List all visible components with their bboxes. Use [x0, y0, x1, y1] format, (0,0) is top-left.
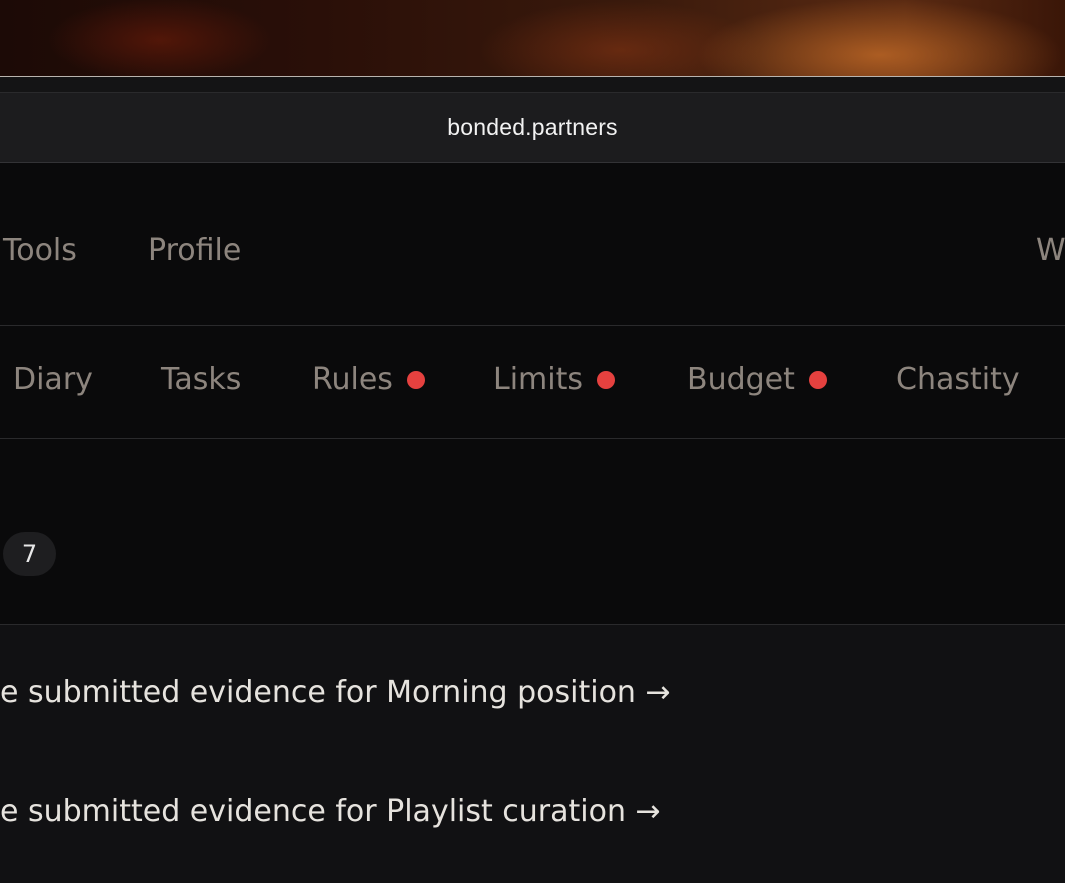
- activity-header: 7: [0, 439, 1065, 625]
- tab-limits[interactable]: Limits: [493, 358, 615, 402]
- address-bar[interactable]: bonded.partners: [0, 93, 1065, 163]
- activity-item[interactable]: e submitted evidence for Playlist curati…: [0, 790, 661, 834]
- nav-item-profile[interactable]: Profile: [148, 229, 241, 273]
- url-text: bonded.partners: [447, 114, 618, 140]
- tab-label: Diary: [13, 362, 93, 397]
- tab-label: Rules: [312, 362, 393, 397]
- tab-diary[interactable]: Diary: [13, 358, 93, 402]
- count-badge: 7: [3, 532, 56, 576]
- notification-dot: [406, 371, 425, 389]
- tab-budget[interactable]: Budget: [687, 358, 827, 402]
- tab-label: Chastity: [896, 362, 1020, 397]
- activity-feed: e submitted evidence for Morning positio…: [0, 625, 1065, 883]
- activity-item[interactable]: e submitted evidence for Morning positio…: [0, 671, 671, 715]
- tab-label: Tasks: [161, 362, 242, 397]
- notification-dot: [808, 371, 827, 389]
- tab-label: Budget: [687, 362, 795, 397]
- notification-dot: [597, 371, 615, 389]
- tab-label: Limits: [493, 362, 583, 397]
- tab-rules[interactable]: Rules: [312, 358, 425, 402]
- tab-chastity[interactable]: Chastity: [896, 358, 1020, 402]
- top-navigation: Tools Profile W: [0, 163, 1065, 326]
- window-frame-gap: [0, 77, 1065, 93]
- section-tabs: Diary Tasks Rules Limits Budget Chastity: [0, 326, 1065, 439]
- desktop-wallpaper: [0, 0, 1065, 77]
- nav-item-truncated[interactable]: W: [1036, 229, 1065, 273]
- nav-item-tools[interactable]: Tools: [3, 229, 77, 273]
- tab-tasks[interactable]: Tasks: [161, 358, 241, 402]
